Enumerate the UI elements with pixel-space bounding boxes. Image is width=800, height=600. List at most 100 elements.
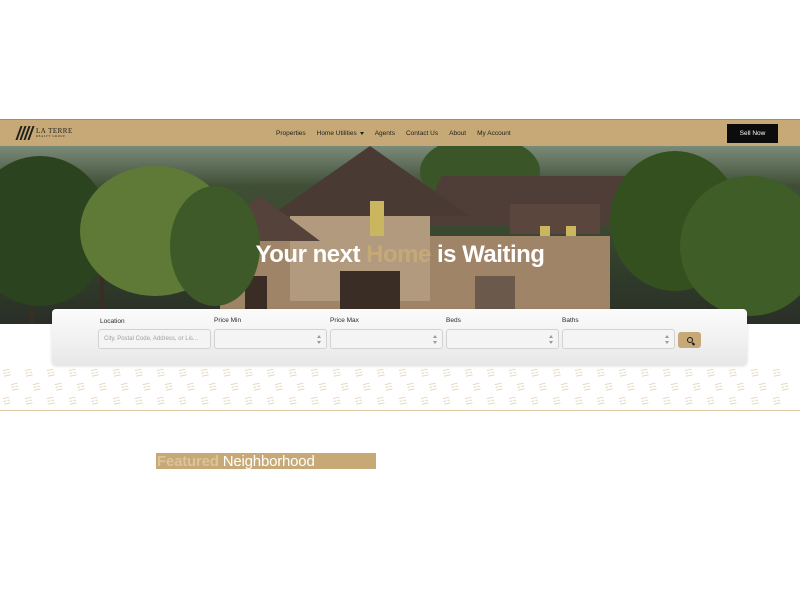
chevron-down-icon [359,131,364,135]
pattern-mark-icon: ☲ [736,382,746,394]
pattern-mark-icon: ☲ [618,396,628,408]
pattern-mark-icon: ☲ [604,382,614,394]
spinner-icon[interactable] [665,335,670,344]
pattern-mark-icon: ☲ [772,396,782,408]
pattern-mark-icon: ☲ [98,382,108,394]
spinner-icon[interactable] [433,335,438,344]
pattern-mark-icon: ☲ [252,382,262,394]
pattern-mark-icon: ☲ [266,396,276,408]
pattern-mark-icon: ☲ [10,382,20,394]
search-button[interactable] [678,332,701,348]
nav-links: Properties Home Utilities Agents Contact… [276,120,511,147]
pattern-mark-icon: ☲ [230,382,240,394]
pattern-mark-icon: ☲ [222,396,232,408]
pattern-mark-icon: ☲ [156,396,166,408]
house-window [370,201,384,236]
pattern-mark-icon: ☲ [32,382,42,394]
nav-item-home-utilities[interactable]: Home Utilities [317,130,364,137]
pattern-mark-icon: ☲ [508,396,518,408]
nav-item-my-account[interactable]: My Account [477,130,511,137]
pattern-mark-icon: ☲ [758,382,768,394]
pattern-mark-icon: ☲ [24,368,34,380]
pattern-mark-icon: ☲ [420,368,430,380]
pattern-mark-icon: ☲ [728,368,738,380]
hero-title: Your next Home is Waiting [0,241,800,269]
pattern-mark-icon: ☲ [728,396,738,408]
pattern-mark-icon: ☲ [354,368,364,380]
pattern-mark-icon: ☲ [362,382,372,394]
pattern-mark-icon: ☲ [332,368,342,380]
baths-input[interactable] [562,329,675,349]
pattern-mark-icon: ☲ [310,396,320,408]
pattern-mark-icon: ☲ [376,368,386,380]
pattern-mark-icon: ☲ [618,368,628,380]
pattern-mark-icon: ☲ [384,382,394,394]
pattern-mark-icon: ☲ [178,396,188,408]
pattern-mark-icon: ☲ [112,396,122,408]
top-navbar: LA TERRE REALTY GROUP Properties Home Ut… [0,119,800,146]
pattern-mark-icon: ☲ [530,396,540,408]
price-min-input[interactable] [214,329,327,349]
price-min-label: Price Min [214,317,242,324]
pattern-mark-icon: ☲ [354,396,364,408]
pattern-mark-icon: ☲ [398,368,408,380]
hero-title-accent: Home [366,241,431,268]
property-search-form: Location City, Postal Code, Address, or … [52,309,747,365]
nav-item-contact-us[interactable]: Contact Us [406,130,438,137]
nav-item-properties[interactable]: Properties [276,130,306,137]
nav-item-home-utilities-label: Home Utilities [316,130,357,137]
pattern-mark-icon: ☲ [750,396,760,408]
spinner-icon[interactable] [549,335,554,344]
pattern-mark-icon: ☲ [134,368,144,380]
pattern-mark-icon: ☲ [780,382,790,394]
nav-item-agents[interactable]: Agents [375,130,395,137]
pattern-mark-icon: ☲ [244,368,254,380]
pattern-mark-icon: ☲ [640,368,650,380]
hero-title-post: is Waiting [436,241,545,268]
pattern-mark-icon: ☲ [134,396,144,408]
pattern-mark-icon: ☲ [222,368,232,380]
sell-now-button[interactable]: Sell Now [727,124,778,143]
logo-subtitle: REALTY GROUP [36,134,66,138]
pattern-mark-icon: ☲ [376,396,386,408]
house-roof [510,204,600,234]
price-max-input[interactable] [330,329,443,349]
pattern-mark-icon: ☲ [200,396,210,408]
pattern-mark-icon: ☲ [54,382,64,394]
pattern-mark-icon: ☲ [494,382,504,394]
site-logo[interactable]: LA TERRE REALTY GROUP [15,126,73,140]
price-max-label: Price Max [330,317,359,324]
pattern-mark-icon: ☲ [442,396,452,408]
pattern-mark-icon: ☲ [508,368,518,380]
pattern-mark-icon: ☲ [670,382,680,394]
pattern-mark-icon: ☲ [112,368,122,380]
featured-word: Featured [157,452,219,470]
baths-label: Baths [562,317,579,324]
pattern-mark-icon: ☲ [750,368,760,380]
pattern-mark-icon: ☲ [486,396,496,408]
pattern-mark-icon: ☲ [552,368,562,380]
nav-item-about[interactable]: About [449,130,466,137]
pattern-mark-icon: ☲ [662,396,672,408]
pattern-mark-icon: ☲ [142,382,152,394]
page: LA TERRE REALTY GROUP Properties Home Ut… [0,0,800,600]
pattern-mark-icon: ☲ [640,396,650,408]
pattern-mark-icon: ☲ [516,382,526,394]
pattern-mark-icon: ☲ [2,396,12,408]
pattern-mark-icon: ☲ [296,382,306,394]
pattern-mark-icon: ☲ [772,368,782,380]
pattern-mark-icon: ☲ [538,382,548,394]
pattern-mark-icon: ☲ [428,382,438,394]
pattern-mark-icon: ☲ [46,396,56,408]
pattern-mark-icon: ☲ [450,382,460,394]
pattern-mark-icon: ☲ [530,368,540,380]
decorative-pattern-strip: ☲ ☲ ☲ ☲ ☲ ☲ ☲ ☲ ☲ ☲ ☲ ☲ ☲ ☲ ☲ ☲ ☲ ☲ ☲ ☲ ☲ ☲ ☲ ☲ ☲ ☲ ☲ ☲ ☲ ☲ ☲ ☲ ☲ ☲ ☲ ☲ ☲ ☲ ☲… [0,365,800,411]
pattern-mark-icon: ☲ [420,396,430,408]
pattern-mark-icon: ☲ [714,382,724,394]
location-input[interactable]: City, Postal Code, Address, or Lis... [98,329,211,349]
spinner-icon[interactable] [317,335,322,344]
pattern-mark-icon: ☲ [464,368,474,380]
pattern-mark-icon: ☲ [626,382,636,394]
pattern-mark-icon: ☲ [156,368,166,380]
beds-input[interactable] [446,329,559,349]
